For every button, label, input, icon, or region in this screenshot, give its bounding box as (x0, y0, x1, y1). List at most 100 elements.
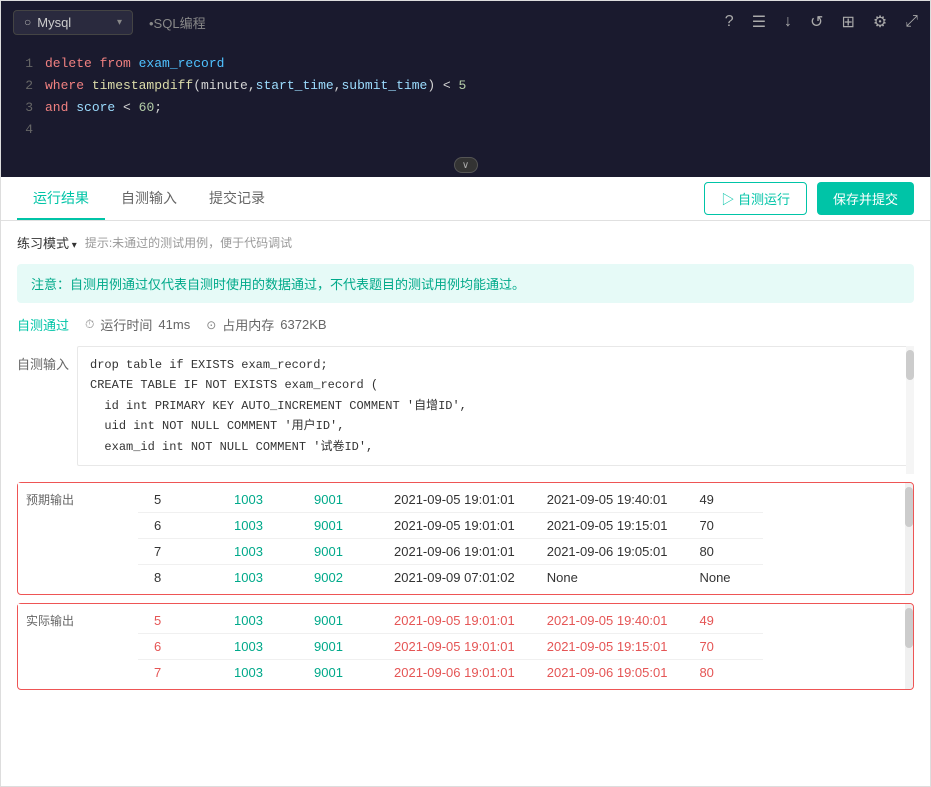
table-cell: 1003 (218, 487, 298, 513)
actual-output-wrapper: 实际输出 5100390012021-09-05 19:01:012021-09… (17, 603, 914, 690)
practice-hint: 提示:未通过的测试用例，便于代码调试 (85, 234, 292, 251)
table-cell: 5 (138, 608, 218, 634)
table-row: 6100390012021-09-05 19:01:012021-09-05 1… (138, 512, 763, 538)
top-bar: ○ Mysql ▾ •SQL编程 ? ☰ ↓ ↺ ⊞ ⚙ ⤢ (1, 1, 930, 43)
actual-scrollbar[interactable] (905, 604, 913, 689)
code-text: and score < 60; (45, 97, 162, 119)
table-cell: 7 (138, 538, 218, 564)
input-line-5: exam_id int NOT NULL COMMENT '试卷ID', (90, 437, 901, 457)
table-cell: 6 (138, 512, 218, 538)
table-cell: 1003 (218, 633, 298, 659)
expected-output-wrapper: 预期输出 5100390012021-09-05 19:01:012021-09… (17, 482, 914, 595)
table-cell: 9001 (298, 608, 378, 634)
table-cell: 9001 (298, 633, 378, 659)
scrollbar-thumb (905, 487, 913, 527)
table-cell: 1003 (218, 512, 298, 538)
table-row: 5100390012021-09-05 19:01:012021-09-05 1… (138, 608, 763, 634)
actual-output-table-wrapper: 5100390012021-09-05 19:01:012021-09-05 1… (78, 604, 763, 689)
self-test-status: 自测通过 (17, 315, 69, 334)
code-text (45, 119, 53, 141)
table-cell: 2021-09-09 07:01:02 (378, 564, 531, 590)
table-row: 6100390012021-09-05 19:01:012021-09-05 1… (138, 633, 763, 659)
table-cell: 49 (683, 487, 763, 513)
table-cell: 2021-09-05 19:01:01 (378, 633, 531, 659)
code-editor[interactable]: 1 delete from exam_record 2 where timest… (1, 43, 930, 153)
table-cell: 2021-09-05 19:40:01 (531, 487, 684, 513)
table-row: 8100390022021-09-09 07:01:02NoneNone (138, 564, 763, 590)
memory-value: 6372KB (280, 317, 326, 332)
tab-run-result[interactable]: 运行结果 (17, 178, 105, 220)
db-icon: ○ (24, 15, 31, 29)
line-number: 1 (9, 53, 33, 75)
top-bar-actions: ? ☰ ↓ ↺ ⊞ ⚙ ⤢ (725, 12, 918, 32)
refresh-icon[interactable]: ↺ (810, 12, 823, 32)
input-area[interactable]: drop table if EXISTS exam_record; CREATE… (77, 346, 914, 466)
table-cell: 9001 (298, 487, 378, 513)
table-cell: None (531, 564, 684, 590)
scrollbar-thumb (905, 608, 913, 648)
download-icon[interactable]: ↓ (784, 13, 792, 31)
table-cell: 2021-09-05 19:15:01 (531, 633, 684, 659)
table-row: 7100390012021-09-06 19:01:012021-09-06 1… (138, 659, 763, 685)
table-cell: 2021-09-06 19:01:01 (378, 538, 531, 564)
collapse-handle[interactable]: ∨ (1, 153, 930, 177)
table-cell: 70 (683, 512, 763, 538)
expected-output-label: 预期输出 (18, 483, 78, 508)
line-number: 3 (9, 97, 33, 119)
line-number: 4 (9, 119, 33, 141)
table-row: 5100390012021-09-05 19:01:012021-09-05 1… (138, 487, 763, 513)
code-line-2: 2 where timestampdiff(minute,start_time,… (1, 75, 930, 97)
help-icon[interactable]: ? (725, 13, 734, 31)
settings-icon[interactable]: ⚙ (873, 12, 887, 32)
table-cell: 1003 (218, 538, 298, 564)
table-cell: 2021-09-05 19:15:01 (531, 512, 684, 538)
actual-output-table: 5100390012021-09-05 19:01:012021-09-05 1… (138, 608, 763, 685)
grid-icon[interactable]: ⊞ (841, 12, 854, 32)
notice-box: 注意：自测用例通过仅代表自测时使用的数据通过，不代表题目的测试用例均能通过。 (17, 264, 914, 303)
collapse-btn[interactable]: ∨ (454, 157, 478, 173)
actual-output-label: 实际输出 (18, 604, 78, 629)
table-cell: 1003 (218, 608, 298, 634)
practice-mode-label[interactable]: 练习模式 (17, 233, 77, 252)
table-cell: 2021-09-05 19:01:01 (378, 512, 531, 538)
table-cell: 2021-09-06 19:05:01 (531, 538, 684, 564)
expected-scrollbar[interactable] (905, 483, 913, 594)
code-line-4: 4 (1, 119, 930, 141)
save-submit-button[interactable]: 保存并提交 (817, 182, 914, 215)
notice-text: 注意：自测用例通过仅代表自测时使用的数据通过，不代表题目的测试用例均能通过。 (31, 277, 525, 292)
input-section-label: 自测输入 (17, 346, 69, 377)
table-row: 7100390012021-09-06 19:01:012021-09-06 1… (138, 538, 763, 564)
memory-icon: ⊙ (206, 318, 216, 332)
table-cell: 9002 (298, 564, 378, 590)
list-icon[interactable]: ☰ (752, 12, 766, 32)
self-test-bar: 自测通过 ⏱ 运行时间 41ms ⊙ 占用内存 6372KB (17, 315, 914, 334)
table-cell: 2021-09-05 19:01:01 (378, 608, 531, 634)
line-number: 2 (9, 75, 33, 97)
db-selector[interactable]: ○ Mysql ▾ (13, 10, 133, 35)
tab-submit-history[interactable]: 提交记录 (193, 178, 281, 220)
memory-info: ⊙ 占用内存 6372KB (206, 315, 326, 334)
chevron-down-icon: ▾ (117, 17, 122, 28)
input-line-4: uid int NOT NULL COMMENT '用户ID', (90, 416, 901, 436)
input-line-2: CREATE TABLE IF NOT EXISTS exam_record ( (90, 375, 901, 395)
tab-self-test-input[interactable]: 自测输入 (105, 178, 193, 220)
table-cell: 6 (138, 633, 218, 659)
code-line-1: 1 delete from exam_record (1, 53, 930, 75)
table-cell: 9001 (298, 538, 378, 564)
table-cell: 9001 (298, 512, 378, 538)
actual-output-section: 实际输出 5100390012021-09-05 19:01:012021-09… (17, 603, 914, 690)
table-cell: 2021-09-05 19:40:01 (531, 608, 684, 634)
chevron-down-icon: ∨ (462, 160, 469, 171)
table-cell: 49 (683, 608, 763, 634)
memory-label: 占用内存 (222, 315, 274, 334)
input-scrollbar[interactable] (906, 346, 914, 474)
input-line-3: id int PRIMARY KEY AUTO_INCREMENT COMMEN… (90, 396, 901, 416)
db-selector-label: Mysql (37, 15, 71, 30)
table-cell: 80 (683, 538, 763, 564)
runtime-value: 41ms (158, 317, 190, 332)
expand-icon[interactable]: ⤢ (905, 13, 918, 31)
runtime-info: ⏱ 运行时间 41ms (85, 315, 190, 334)
table-cell: 7 (138, 659, 218, 685)
content-area: 练习模式 提示:未通过的测试用例，便于代码调试 注意：自测用例通过仅代表自测时使… (1, 221, 930, 702)
test-run-button[interactable]: ▷ 自测运行 (704, 182, 807, 215)
